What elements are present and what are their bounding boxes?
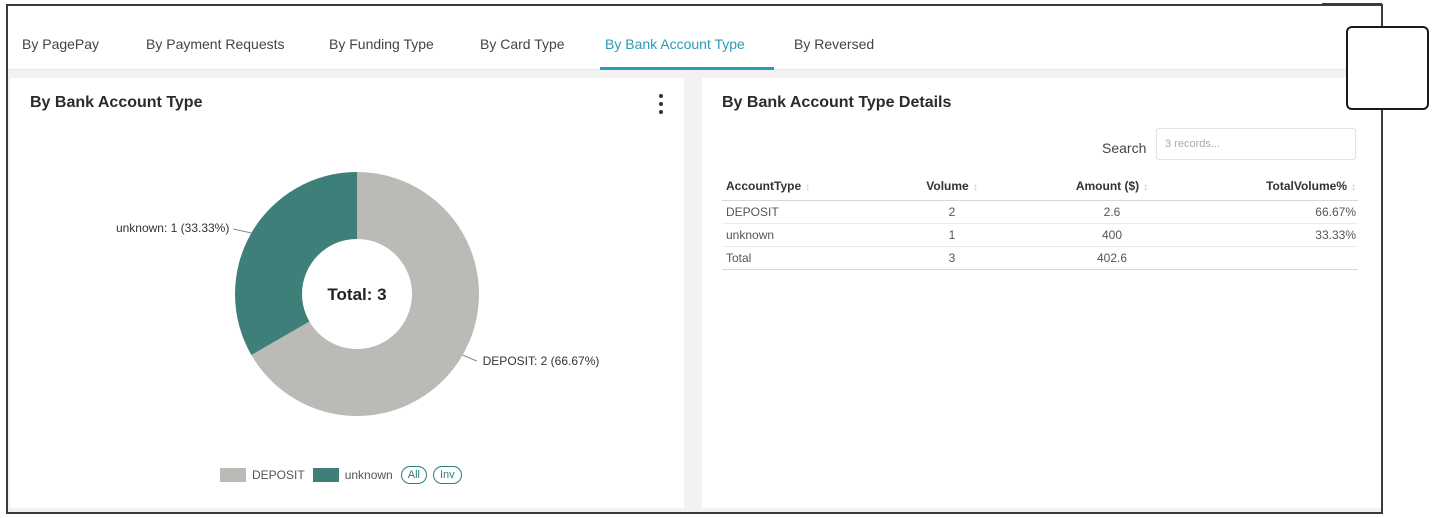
slice-label-unknown: unknown: 1 (33.33%) [116, 221, 229, 235]
cell-total-percent [1192, 246, 1358, 270]
overlay-box[interactable] [1346, 26, 1429, 110]
sort-icon[interactable]: ↕ [1143, 182, 1148, 193]
table-header-row: AccountType ↕ Volume ↕ Amount ($) ↕ TotalVo… [722, 172, 1358, 201]
table-row: unknown 1 400 33.33% [722, 223, 1358, 247]
tab-by-reversed[interactable]: By Reversed [794, 36, 874, 52]
table-row: DEPOSIT 2 2.6 66.67% [722, 200, 1358, 224]
cell-amount: 400 [1032, 223, 1192, 247]
cell-volume: 2 [872, 200, 1032, 224]
cell-total-volume: 3 [872, 246, 1032, 270]
col-header-amount[interactable]: Amount ($) ↕ [1032, 172, 1192, 201]
col-header-totalvolume[interactable]: TotalVolume% ↕ [1192, 172, 1358, 201]
sort-icon[interactable]: ↕ [1351, 182, 1356, 193]
cell-totalvolume: 66.67% [1192, 200, 1358, 224]
legend-invert-button[interactable]: Inv [432, 466, 462, 484]
col-header-volume[interactable]: Volume ↕ [872, 172, 1032, 201]
legend-swatch-deposit[interactable] [220, 468, 246, 482]
donut-center-label: Total: 3 [327, 285, 386, 304]
cell-accounttype: DEPOSIT [722, 200, 872, 224]
leader-line-unknown [233, 228, 252, 234]
sort-icon[interactable]: ↕ [805, 182, 810, 193]
legend-swatch-unknown[interactable] [312, 468, 339, 482]
tab-by-pagepay[interactable]: By PagePay [22, 36, 99, 52]
cell-total-amount: 402.6 [1032, 246, 1192, 270]
dashboard-frame: By PagePay By Payment Requests By Fundin… [6, 4, 1383, 514]
search-label: Search [1102, 140, 1147, 156]
active-tab-indicator [600, 67, 774, 70]
cell-total-label: Total [722, 246, 872, 270]
details-title: By Bank Account Type Details [722, 94, 952, 111]
tab-by-payment-requests[interactable]: By Payment Requests [146, 36, 285, 52]
table-total-row: Total 3 402.6 [722, 246, 1358, 270]
frame-corner-line [1322, 3, 1382, 5]
sort-icon[interactable]: ↕ [973, 182, 978, 193]
details-table: AccountType ↕ Volume ↕ Amount ($) ↕ TotalVo… [722, 172, 1358, 270]
tab-by-funding-type[interactable]: By Funding Type [329, 36, 434, 52]
details-panel: By Bank Account Type Details Search Acco… [702, 78, 1381, 508]
chart-legend: DEPOSIT unknown All Inv [220, 466, 468, 484]
tab-bar: By PagePay By Payment Requests By Fundin… [8, 6, 1381, 70]
tab-by-card-type[interactable]: By Card Type [480, 36, 565, 52]
cell-amount: 2.6 [1032, 200, 1192, 224]
donut-chart: unknown: 1 (33.33%) DEPOSIT: 2 (66.67%) … [116, 172, 600, 416]
cell-totalvolume: 33.33% [1192, 223, 1358, 247]
legend-label-unknown[interactable]: unknown [345, 468, 393, 482]
chart-panel: By Bank Account Type unknown: 1 (33.33%)… [10, 78, 684, 508]
legend-label-deposit[interactable]: DEPOSIT [252, 468, 305, 482]
tab-by-bank-account-type[interactable]: By Bank Account Type [605, 36, 745, 52]
cell-accounttype: unknown [722, 223, 872, 247]
legend-all-button[interactable]: All [400, 466, 427, 484]
slice-label-deposit: DEPOSIT: 2 (66.67%) [483, 354, 600, 368]
search-input[interactable] [1156, 128, 1356, 160]
col-header-accounttype[interactable]: AccountType ↕ [722, 172, 872, 201]
cell-volume: 1 [872, 223, 1032, 247]
leader-line-deposit [462, 354, 477, 362]
